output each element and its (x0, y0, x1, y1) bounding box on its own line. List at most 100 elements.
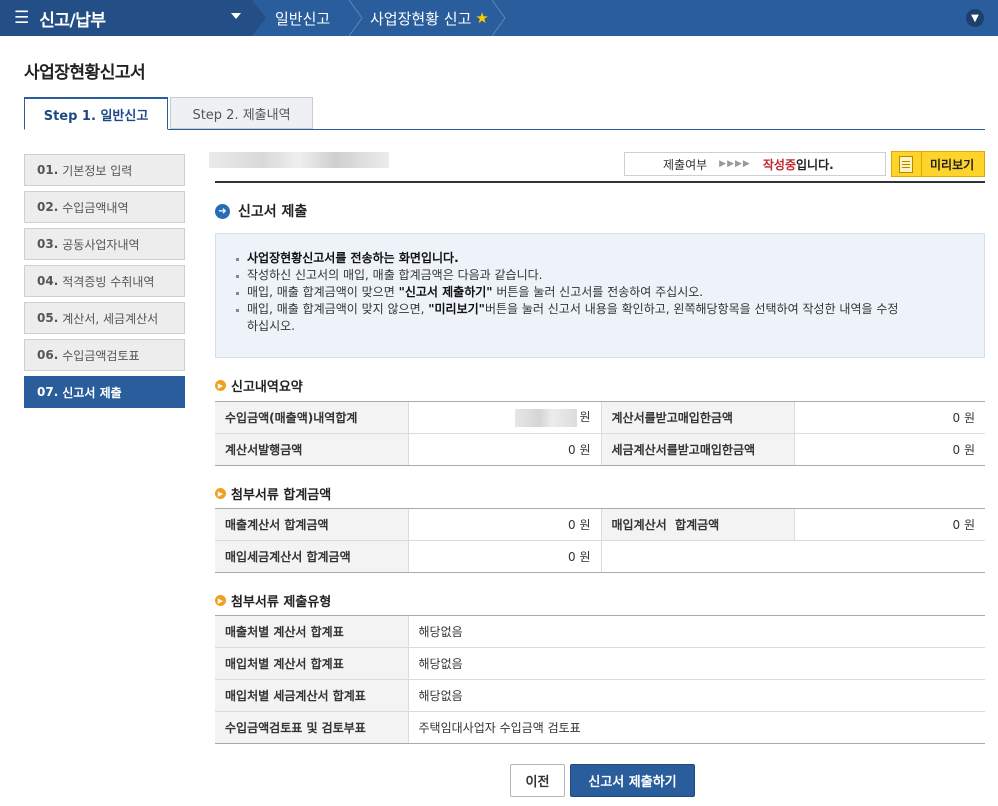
side-item-evidence[interactable]: 04. 적격증빙 수취내역 (24, 265, 185, 297)
side-item-label: 계산서, 세금계산서 (62, 311, 159, 326)
redacted-amount (515, 408, 578, 427)
attach-type-table: 매출처별 계산서 합계표 해당없음 매입처별 계산서 합계표 해당없음 매입처별… (215, 615, 985, 744)
notice-text: 버튼을 눌러 신고서를 전송하여 주십시오. (492, 285, 704, 299)
side-item-label: 적격증빙 수취내역 (62, 274, 155, 289)
table-value-cell: 해당없음 (407, 679, 985, 712)
side-item-partners[interactable]: 03. 공동사업자내역 (24, 228, 185, 260)
table-header-cell: 매입계산서 합계금액 (600, 508, 794, 541)
table-header-cell: 매입세금계산서 합계금액 (215, 540, 408, 573)
table-row: 매출처별 계산서 합계표 해당없음 (215, 615, 985, 648)
tab-step2[interactable]: Step 2. 제출내역 (170, 97, 313, 129)
menu-dropdown[interactable]: ☰ 신고/납부 (0, 0, 252, 36)
preview-divider (921, 151, 922, 177)
preview-label: 미리보기 (930, 157, 975, 172)
table-header-cell: 계산서를받고매입한금액 (600, 401, 794, 434)
notice-line: 매입, 매출 합계금액이 맞지 않으면, "미리보기"버튼을 눌러 신고서 내용… (236, 301, 984, 335)
section-title: 신고서 제출 (238, 204, 308, 220)
main-divider (215, 181, 985, 183)
table-row: 수입금액검토표 및 검토부표 주택임대사업자 수입금액 검토표 (215, 711, 985, 744)
notice-line: 작성하신 신고서의 매입, 매출 합계금액은 다음과 같습니다. (236, 267, 984, 284)
table-row: 수입금액(매출액)내역합계 원 계산서를받고매입한금액 0 원 (215, 401, 985, 434)
side-item-num: 07. (37, 385, 59, 399)
chevron-separator-icon (349, 0, 363, 36)
side-item-basic-info[interactable]: 01. 기본정보 입력 (24, 154, 185, 186)
tab-step1[interactable]: Step 1. 일반신고 (24, 97, 168, 130)
notice-line-text: 사업장현황신고서를 전송하는 화면입니다. (247, 251, 459, 265)
table-header-cell: 매입처별 세금계산서 합계표 (215, 679, 408, 712)
status-value-red: 작성중 (762, 157, 796, 172)
notice-line: 사업장현황신고서를 전송하는 화면입니다. (236, 250, 984, 267)
side-item-label: 수입금액내역 (62, 200, 129, 215)
chevron-separator-icon (252, 0, 266, 36)
preview-button[interactable]: 미리보기 (891, 151, 985, 177)
notice-emphasis: "신고서 제출하기" (398, 285, 493, 299)
side-item-num: 01. (37, 163, 59, 177)
notice-text: 버튼을 눌러 신고서 내용을 확인하고, 왼쪽해당항목을 선택하여 작성한 내역… (484, 302, 899, 316)
table-empty-cell (600, 540, 985, 573)
page-title: 사업장현황신고서 (24, 63, 146, 83)
table-value-cell: 해당없음 (407, 615, 985, 648)
side-item-invoices[interactable]: 05. 계산서, 세금계산서 (24, 302, 185, 334)
table-row: 매입처별 계산서 합계표 해당없음 (215, 647, 985, 680)
status-value: 작성중입니다. (763, 156, 834, 173)
attach-sum-title: 첨부서류 합계금액 (231, 488, 332, 503)
hamburger-icon: ☰ (14, 7, 30, 28)
table-value-cell: 0 원 (407, 540, 601, 573)
redacted-taxpayer-info (209, 152, 389, 168)
table-value-cell: 해당없음 (407, 647, 985, 680)
table-header-cell: 수입금액(매출액)내역합계 (215, 401, 408, 434)
table-row: 매입처별 세금계산서 합계표 해당없음 (215, 679, 985, 712)
favorite-star-icon[interactable]: ★ (475, 9, 488, 27)
side-item-submit[interactable]: 07. 신고서 제출 (24, 376, 185, 408)
summary-table: 수입금액(매출액)내역합계 원 계산서를받고매입한금액 0 원 계산서발행금액 … (215, 401, 985, 466)
side-item-label: 공동사업자내역 (62, 237, 140, 252)
attach-type-heading: ▶ 첨부서류 제출유형 (215, 591, 331, 610)
attach-sum-table: 매출계산서 합계금액 0 원 매입계산서 합계금액 0 원 매입세금계산서 합계… (215, 508, 985, 573)
table-header-cell: 매입처별 계산서 합계표 (215, 647, 408, 680)
table-value-cell: 주택임대사업자 수입금액 검토표 (407, 711, 985, 744)
table-value-cell: 0 원 (793, 433, 985, 466)
submit-button[interactable]: 신고서 제출하기 (570, 764, 695, 797)
side-item-label: 신고서 제출 (62, 385, 122, 400)
notice-text: 하십시오. (247, 319, 295, 333)
side-item-num: 03. (37, 237, 59, 251)
notice-box: 사업장현황신고서를 전송하는 화면입니다. 작성하신 신고서의 매입, 매출 합… (215, 233, 985, 358)
arrows-icon: ▶▶▶▶ (719, 159, 751, 169)
bullet-circle-icon: ▶ (215, 488, 226, 499)
table-header-cell: 매출처별 계산서 합계표 (215, 615, 408, 648)
breadcrumb-current[interactable]: 사업장현황 신고 ★ (370, 0, 489, 36)
side-item-review[interactable]: 06. 수입금액검토표 (24, 339, 185, 371)
chevron-separator-icon (492, 0, 506, 36)
tabs-divider (24, 129, 985, 130)
table-value-cell: 0 원 (793, 401, 985, 434)
table-value-cell: 0 원 (407, 508, 601, 541)
summary-heading: ▶ 신고내역요약 (215, 376, 303, 395)
table-header-cell: 매출계산서 합계금액 (215, 508, 408, 541)
top-nav-bar: ☰ 신고/납부 일반신고 사업장현황 신고 ★ ▼ (0, 0, 998, 36)
section-heading: ➜ 신고서 제출 (215, 201, 307, 221)
side-item-num: 06. (37, 348, 59, 362)
table-value-cell: 0 원 (407, 433, 601, 466)
table-header-cell: 세금계산서를받고매입한금액 (600, 433, 794, 466)
table-row: 계산서발행금액 0 원 세금계산서를받고매입한금액 0 원 (215, 433, 985, 466)
expand-down-icon[interactable]: ▼ (966, 9, 984, 27)
table-header-cell: 계산서발행금액 (215, 433, 408, 466)
side-item-num: 04. (37, 274, 59, 288)
side-item-income[interactable]: 02. 수입금액내역 (24, 191, 185, 223)
notice-text: 매입, 매출 합계금액이 맞지 않으면, (247, 302, 429, 316)
prev-button[interactable]: 이전 (510, 764, 565, 797)
table-row: 매입세금계산서 합계금액 0 원 (215, 540, 985, 573)
status-label: 제출여부 (663, 157, 708, 172)
side-item-label: 기본정보 입력 (62, 163, 133, 178)
table-value-cell: 0 원 (793, 508, 985, 541)
notice-text: 매입, 매출 합계금액이 맞으면 (247, 285, 399, 299)
side-item-num: 05. (37, 311, 59, 325)
side-item-num: 02. (37, 200, 59, 214)
breadcrumb-general[interactable]: 일반신고 (275, 0, 330, 36)
bullet-circle-icon: ▶ (215, 595, 226, 606)
side-item-label: 수입금액검토표 (62, 348, 140, 363)
table-value-cell: 원 (407, 401, 601, 434)
table-row: 매출계산서 합계금액 0 원 매입계산서 합계금액 0 원 (215, 508, 985, 541)
notice-line: 매입, 매출 합계금액이 맞으면 "신고서 제출하기" 버튼을 눌러 신고서를 … (236, 284, 984, 301)
status-value-rest: 입니다. (795, 157, 834, 172)
